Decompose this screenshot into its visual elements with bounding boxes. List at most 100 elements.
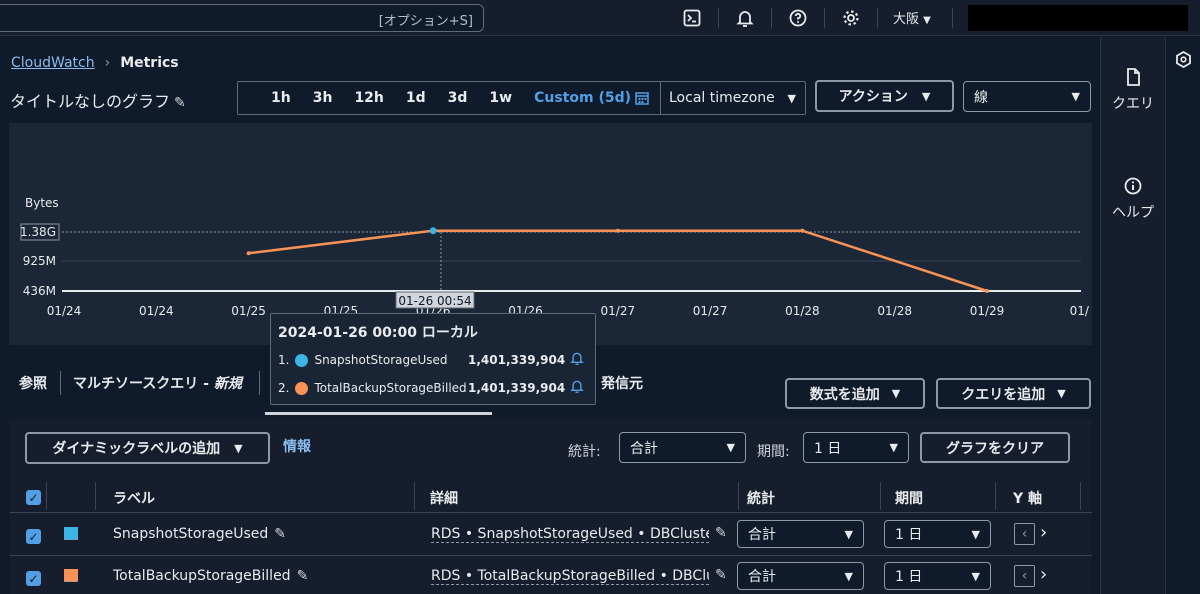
column-header-period[interactable]: 期間 [895,488,923,508]
series-color-swatch[interactable] [64,527,78,540]
tab-browse[interactable]: 参照 [19,373,47,393]
region-selector[interactable]: 大阪 ▼ [893,8,931,27]
region-label: 大阪 [893,12,920,27]
period-label: 期間: [757,444,790,460]
graph-type-select[interactable]: 線 ▼ [963,81,1091,112]
column-header-stat[interactable]: 統計 [747,488,775,508]
data-point [985,289,989,293]
column-header-details[interactable]: 詳細 [430,488,458,508]
info-link[interactable]: 情報 [283,436,311,456]
caret-down-icon: ▼ [971,527,980,541]
x-tick-label: 01/28 [785,304,820,318]
query-panel-button[interactable]: クエリ [1101,67,1165,113]
series-color-swatch[interactable] [64,569,78,582]
period-value: 1 日 [814,440,842,457]
y-tick-label: 1.38G [20,225,56,239]
hover-x-label-text: 01-26 00:54 [398,294,471,308]
edit-pencil-icon[interactable]: ✎ [715,567,727,583]
account-menu[interactable] [968,5,1188,31]
timezone-select[interactable]: Local timezone ▼ [660,82,806,114]
time-range-12h[interactable]: 12h [343,90,394,106]
row-period-value: 1 日 [895,569,923,585]
divider [738,482,739,510]
time-range-3h[interactable]: 3h [302,90,344,106]
clear-graph-label: グラフをクリア [946,440,1044,457]
help-panel-button[interactable]: ヘルプ [1101,176,1165,222]
data-point [615,228,620,233]
caret-down-icon: ▼ [971,569,980,583]
row-stat-select[interactable]: 合計 ▼ [737,520,864,548]
actions-label: アクション [838,89,908,105]
edit-pencil-icon[interactable]: ✎ [297,568,309,584]
actions-button[interactable]: アクション ▼ [815,80,954,112]
column-header-label[interactable]: ラベル [113,488,155,508]
time-range-1w[interactable]: 1w [478,90,523,106]
breadcrumb: CloudWatch › Metrics [11,55,179,71]
cloudshell-icon[interactable] [681,7,703,29]
clear-graph-button[interactable]: グラフをクリア [920,432,1070,463]
tab-source[interactable]: 発信元 [601,373,643,393]
caret-down-icon: ▼ [234,441,243,455]
edit-pencil-icon[interactable]: ✎ [715,525,727,541]
graph-type-label: 線 [974,89,988,106]
gridlines [62,231,1081,293]
time-range-1h[interactable]: 1h [260,90,302,106]
add-dynamic-label-button[interactable]: ダイナミックラベルの追加 ▼ [25,432,270,464]
row-period-select[interactable]: 1 日 ▼ [884,520,991,548]
caret-down-icon: ▼ [1057,387,1066,400]
chevron-right-icon: › [104,55,111,71]
row-details[interactable]: RDS • SnapshotStorageUsed • DBClusterIde… [431,526,709,543]
timezone-label: Local timezone [669,90,775,106]
column-header-yaxis[interactable]: Y 軸 [1013,488,1042,508]
y-tick-labels: 436M 925M 1.38G [20,223,60,298]
search-input[interactable]: [オプション+S] [0,4,484,32]
graph-title: タイトルなしのグラフ ✎ [10,88,186,112]
bell-icon[interactable] [734,7,756,29]
data-point [800,228,805,233]
add-math-label: 数式を追加 [809,386,880,403]
breadcrumb-current: Metrics [120,55,179,71]
divider [995,482,996,510]
edit-pencil-icon[interactable]: ✎ [274,526,286,542]
period-select[interactable]: 1 日 ▼ [803,432,909,463]
y-axis-left-button[interactable]: ‹ [1014,565,1035,587]
time-range-custom-label: Custom (5d) [534,90,632,106]
row-period-value: 1 日 [895,527,923,543]
row-stat-value: 合計 [748,527,776,543]
row-label[interactable]: SnapshotStorageUsed ✎ [113,526,286,542]
row-label[interactable]: TotalBackupStorageBilled ✎ [113,568,308,584]
time-range-custom[interactable]: Custom (5d) [523,90,635,106]
edit-pencil-icon[interactable]: ✎ [174,95,186,111]
time-range-1d[interactable]: 1d [395,90,437,106]
stat-select[interactable]: 合計 ▼ [619,432,746,463]
y-tick-label: 925M [23,254,56,268]
row-checkbox[interactable]: ✓ [26,529,41,544]
breadcrumb-cloudwatch-link[interactable]: CloudWatch [11,55,95,71]
caret-down-icon: ▼ [787,91,796,105]
row-details[interactable]: RDS • TotalBackupStorageBilled • DBClust… [431,568,709,585]
tab-multisource-query[interactable]: マルチソースクエリ - 新規 [73,373,242,393]
top-navigation-bar: [オプション+S] 大阪 ▼ [0,0,1200,36]
divider [95,482,96,510]
hexagon-icon[interactable] [1175,51,1192,68]
time-range-3d[interactable]: 3d [437,90,479,106]
help-icon[interactable] [787,7,809,29]
caret-down-icon: ▼ [844,569,853,583]
add-math-button[interactable]: 数式を追加 ▼ [785,378,925,409]
add-query-button[interactable]: クエリを追加 ▼ [936,378,1091,409]
calendar-icon[interactable] [635,91,649,105]
divider [414,482,415,510]
gear-icon[interactable] [840,7,862,29]
y-axis-right-button[interactable]: › [1040,522,1047,543]
row-stat-select[interactable]: 合計 ▼ [737,562,864,590]
y-axis-left-button[interactable]: ‹ [1014,523,1035,545]
graph-title-text: タイトルなしのグラフ [10,92,171,111]
select-all-checkbox[interactable]: ✓ [26,490,41,505]
outer-side-rail [1167,37,1200,594]
caret-down-icon: ▼ [726,441,735,454]
row-period-select[interactable]: 1 日 ▼ [884,562,991,590]
row-checkbox[interactable]: ✓ [26,571,41,586]
y-axis-right-button[interactable]: › [1040,564,1047,585]
chart-area[interactable]: Bytes 436M 925M 1.38G 01/24 01/24 01/25 01/25… [9,123,1092,345]
row-stat-value: 合計 [748,569,776,585]
